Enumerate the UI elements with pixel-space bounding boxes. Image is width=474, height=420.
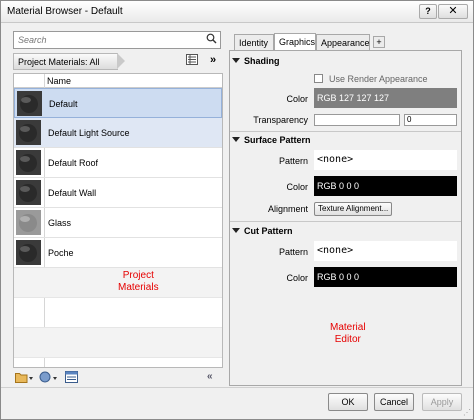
material-row-default[interactable]: Default [14,88,222,118]
use-render-appearance-checkbox[interactable] [314,74,323,83]
section-divider [230,131,461,132]
material-editor-pane: Identity Graphics Appearance + Shading U… [229,31,462,386]
section-shading-header[interactable]: Shading [232,56,280,66]
collapse-triangle-icon [232,58,240,63]
empty-row [14,358,222,367]
cut-color-label: Color [286,273,308,283]
asset-browser-icon[interactable] [65,371,78,386]
breadcrumb-arrow-icon [117,53,125,69]
material-list-pane: Search Project Materials: All » Name Def… [13,31,223,391]
section-cut-pattern-header[interactable]: Cut Pattern [232,226,293,236]
library-bar: Project Materials: All » [13,53,223,71]
material-name: Glass [48,218,72,228]
column-header-name[interactable]: Name [47,76,71,86]
shading-color-label: Color [286,94,308,104]
tab-appearance[interactable]: Appearance [316,34,370,50]
cut-color-swatch[interactable]: RGB 0 0 0 [314,267,457,287]
library-toolbar: « [13,371,223,387]
use-render-appearance-label: Use Render Appearance [329,74,428,84]
section-divider [230,221,461,222]
material-row-default-wall[interactable]: Default Wall [14,178,222,208]
cut-pattern-label: Pattern [278,247,308,257]
shading-color-swatch[interactable]: RGB 127 127 127 [314,88,457,108]
double-chevron-left-icon[interactable]: « [207,371,213,382]
material-name: Poche [48,248,74,258]
surface-color-swatch[interactable]: RGB 0 0 0 [314,176,457,196]
material-row-poche[interactable]: Poche [14,238,222,268]
add-tab-button[interactable]: + [373,36,385,48]
apply-button[interactable]: Apply [422,393,462,411]
material-row-default-light-source[interactable]: Default Light Source [14,118,222,148]
ok-button[interactable]: OK [328,393,368,411]
material-thumbnail-icon [16,120,41,145]
help-button[interactable]: ? [419,4,437,19]
window-title: Material Browser - Default [7,6,123,17]
cut-pattern-field[interactable]: <none> [314,241,457,261]
transparency-input[interactable]: 0 [404,114,457,126]
material-name: Default Light Source [48,128,130,138]
material-thumbnail-icon [17,91,42,116]
cancel-button[interactable]: Cancel [374,393,414,411]
transparency-label: Transparency [253,115,308,125]
material-thumbnail-icon [16,240,41,265]
dialog-footer: OK Cancel Apply ⋰ [1,387,473,419]
material-row-default-roof[interactable]: Default Roof [14,148,222,178]
library-breadcrumb[interactable]: Project Materials: All [13,53,118,70]
material-editor-annotation: Material Editor [330,322,366,345]
material-name: Default Wall [48,188,97,198]
list-view-icon[interactable] [186,54,198,68]
title-bar[interactable]: Material Browser - Default ? ✕ [1,1,473,23]
tab-identity[interactable]: Identity [234,34,274,50]
surface-color-label: Color [286,182,308,192]
material-thumbnail-icon [16,150,41,175]
close-button[interactable]: ✕ [438,4,468,19]
section-surface-pattern-header[interactable]: Surface Pattern [232,135,311,145]
material-thumbnail-icon [16,210,41,235]
material-browser-window: Material Browser - Default ? ✕ Search Pr… [0,0,474,420]
transparency-slider[interactable] [314,114,400,126]
material-row-glass[interactable]: Glass [14,208,222,238]
material-name: Default Roof [48,158,99,168]
search-placeholder: Search [18,35,47,45]
surface-pattern-label: Pattern [278,156,308,166]
material-thumbnail-icon [16,180,41,205]
empty-row [14,298,222,328]
project-materials-annotation: Project Materials [118,270,159,293]
collapse-triangle-icon [232,228,240,233]
empty-row [14,328,222,358]
folder-library-icon[interactable] [15,371,33,386]
search-icon[interactable] [206,33,217,47]
double-chevron-right-icon[interactable]: » [210,54,216,66]
texture-alignment-button[interactable]: Texture Alignment... [314,202,393,216]
material-name: Default [49,99,78,109]
alignment-label: Alignment [267,204,308,214]
search-input[interactable]: Search [13,31,221,49]
resize-grip-icon[interactable]: ⋰ [463,408,471,417]
create-material-icon[interactable] [39,371,57,386]
collapse-triangle-icon [232,137,240,142]
list-header: Name [14,74,222,88]
surface-pattern-field[interactable]: <none> [314,150,457,170]
graphics-panel: Shading Use Render Appearance Color RGB … [229,50,462,386]
material-list: Name Default Default Light Source Defaul… [13,73,223,368]
tab-graphics[interactable]: Graphics [274,33,316,51]
